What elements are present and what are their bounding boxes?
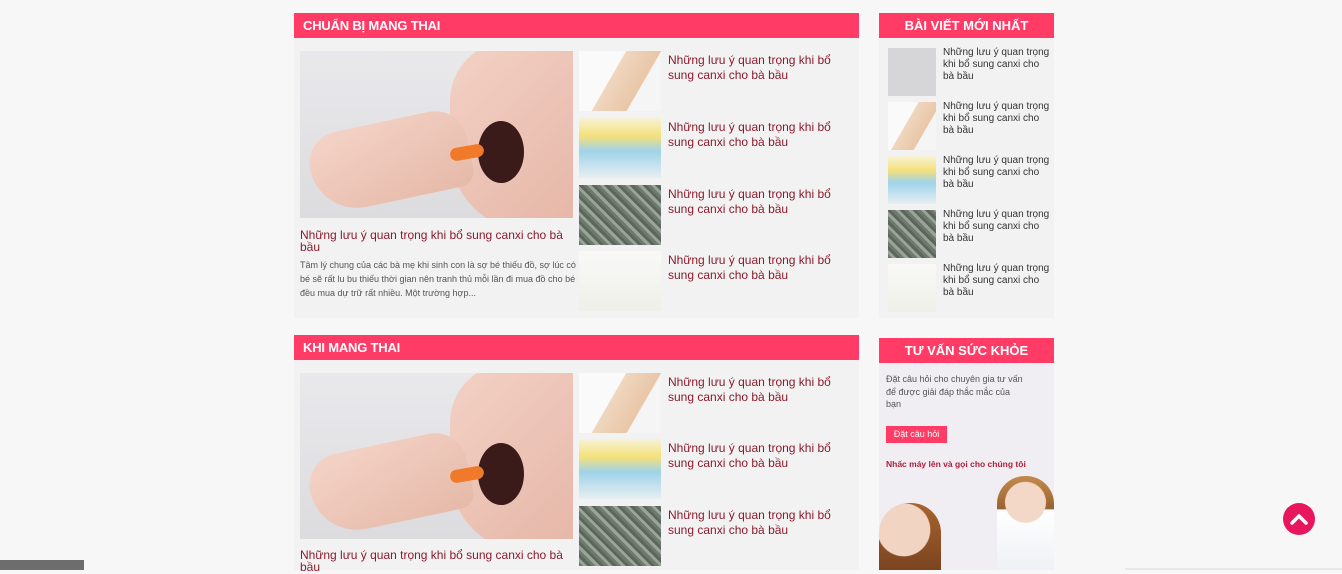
section-chuan-bi-mang-thai: CHUẨN BỊ MANG THAI Những lưu ý quan trọn…: [294, 13, 859, 318]
recent-post[interactable]: Những lưu ý quan trọng khi bổ sung canxi…: [888, 209, 1053, 258]
thumbnail[interactable]: [579, 118, 661, 178]
doctor-photo: [997, 476, 1054, 570]
recent-post-title[interactable]: Những lưu ý quan trọng khi bổ sung canxi…: [943, 209, 1053, 245]
list-item-title[interactable]: Những lưu ý quan trọng khi bổ sung canxi…: [668, 508, 858, 538]
health-advice-widget: TƯ VẤN SỨC KHỎE Đặt câu hỏi cho chuyên g…: [879, 338, 1054, 570]
featured-title[interactable]: Những lưu ý quan trọng khi bổ sung canxi…: [300, 229, 565, 253]
list-item[interactable]: Những lưu ý quan trọng khi bổ sung canxi…: [579, 506, 859, 566]
recent-post[interactable]: Những lưu ý quan trọng khi bổ sung canxi…: [888, 155, 1053, 204]
thumbnail[interactable]: [579, 185, 661, 245]
thumbnail[interactable]: [579, 439, 661, 499]
thumbnail[interactable]: [888, 264, 936, 312]
list-item[interactable]: Những lưu ý quan trọng khi bổ sung canxi…: [579, 51, 859, 111]
list-item[interactable]: Những lưu ý quan trọng khi bổ sung canxi…: [579, 118, 859, 178]
featured-image[interactable]: [300, 51, 573, 218]
recent-post-title[interactable]: Những lưu ý quan trọng khi bổ sung canxi…: [943, 155, 1053, 191]
list-item-title[interactable]: Những lưu ý quan trọng khi bổ sung canxi…: [668, 187, 858, 217]
thumbnail[interactable]: [888, 210, 936, 258]
list-item-title[interactable]: Những lưu ý quan trọng khi bổ sung canxi…: [668, 441, 858, 471]
back-to-top-button[interactable]: [1283, 503, 1315, 535]
recent-post-title[interactable]: Những lưu ý quan trọng khi bổ sung canxi…: [943, 263, 1053, 299]
list-item[interactable]: Những lưu ý quan trọng khi bổ sung canxi…: [579, 439, 859, 499]
bottom-tab[interactable]: [0, 560, 84, 570]
list-item-title[interactable]: Những lưu ý quan trọng khi bổ sung canxi…: [668, 120, 858, 150]
ask-question-button[interactable]: Đặt câu hỏi: [886, 426, 947, 443]
list-item[interactable]: Những lưu ý quan trọng khi bổ sung canxi…: [579, 251, 859, 311]
widget-title: BÀI VIẾT MỚI NHẤT: [879, 13, 1054, 38]
recent-posts-widget: BÀI VIẾT MỚI NHẤT Những lưu ý quan trọng…: [879, 13, 1054, 318]
featured-image[interactable]: [300, 373, 573, 539]
section-khi-mang-thai: KHI MANG THAI Những lưu ý quan trọng khi…: [294, 335, 859, 573]
widget-title: TƯ VẤN SỨC KHỎE: [879, 338, 1054, 363]
section-title[interactable]: CHUẨN BỊ MANG THAI: [294, 13, 859, 38]
list-item[interactable]: Những lưu ý quan trọng khi bổ sung canxi…: [579, 373, 859, 433]
list-item[interactable]: Những lưu ý quan trọng khi bổ sung canxi…: [579, 185, 859, 245]
thumbnail[interactable]: [888, 102, 936, 150]
recent-post[interactable]: Những lưu ý quan trọng khi bổ sung canxi…: [888, 263, 1053, 312]
thumbnail[interactable]: [579, 251, 661, 311]
thumbnail[interactable]: [888, 48, 936, 96]
chevron-up-icon: [1290, 514, 1308, 525]
list-item-title[interactable]: Những lưu ý quan trọng khi bổ sung canxi…: [668, 375, 858, 405]
featured-excerpt: Tâm lý chung của các bà mẹ khi sinh con …: [300, 260, 576, 298]
thumbnail[interactable]: [579, 51, 661, 111]
thumbnail[interactable]: [888, 156, 936, 204]
section-title[interactable]: KHI MANG THAI: [294, 335, 859, 360]
recent-post-title[interactable]: Những lưu ý quan trọng khi bổ sung canxi…: [943, 47, 1053, 83]
featured-title[interactable]: Những lưu ý quan trọng khi bổ sung canxi…: [300, 549, 565, 573]
recent-post[interactable]: Những lưu ý quan trọng khi bổ sung canxi…: [888, 47, 1053, 96]
patient-photo: [879, 503, 941, 570]
thumbnail[interactable]: [579, 373, 661, 433]
advice-text: Đặt câu hỏi cho chuyên gia tư vấn để đượ…: [886, 374, 1023, 409]
recent-post[interactable]: Những lưu ý quan trọng khi bổ sung canxi…: [888, 101, 1053, 150]
list-item-title[interactable]: Những lưu ý quan trọng khi bổ sung canxi…: [668, 253, 858, 283]
thumbnail[interactable]: [579, 506, 661, 566]
call-us-text: Nhấc máy lên và gọi cho chúng tôi: [886, 459, 1026, 469]
recent-post-title[interactable]: Những lưu ý quan trọng khi bổ sung canxi…: [943, 101, 1053, 137]
list-item-title[interactable]: Những lưu ý quan trọng khi bổ sung canxi…: [668, 53, 858, 83]
